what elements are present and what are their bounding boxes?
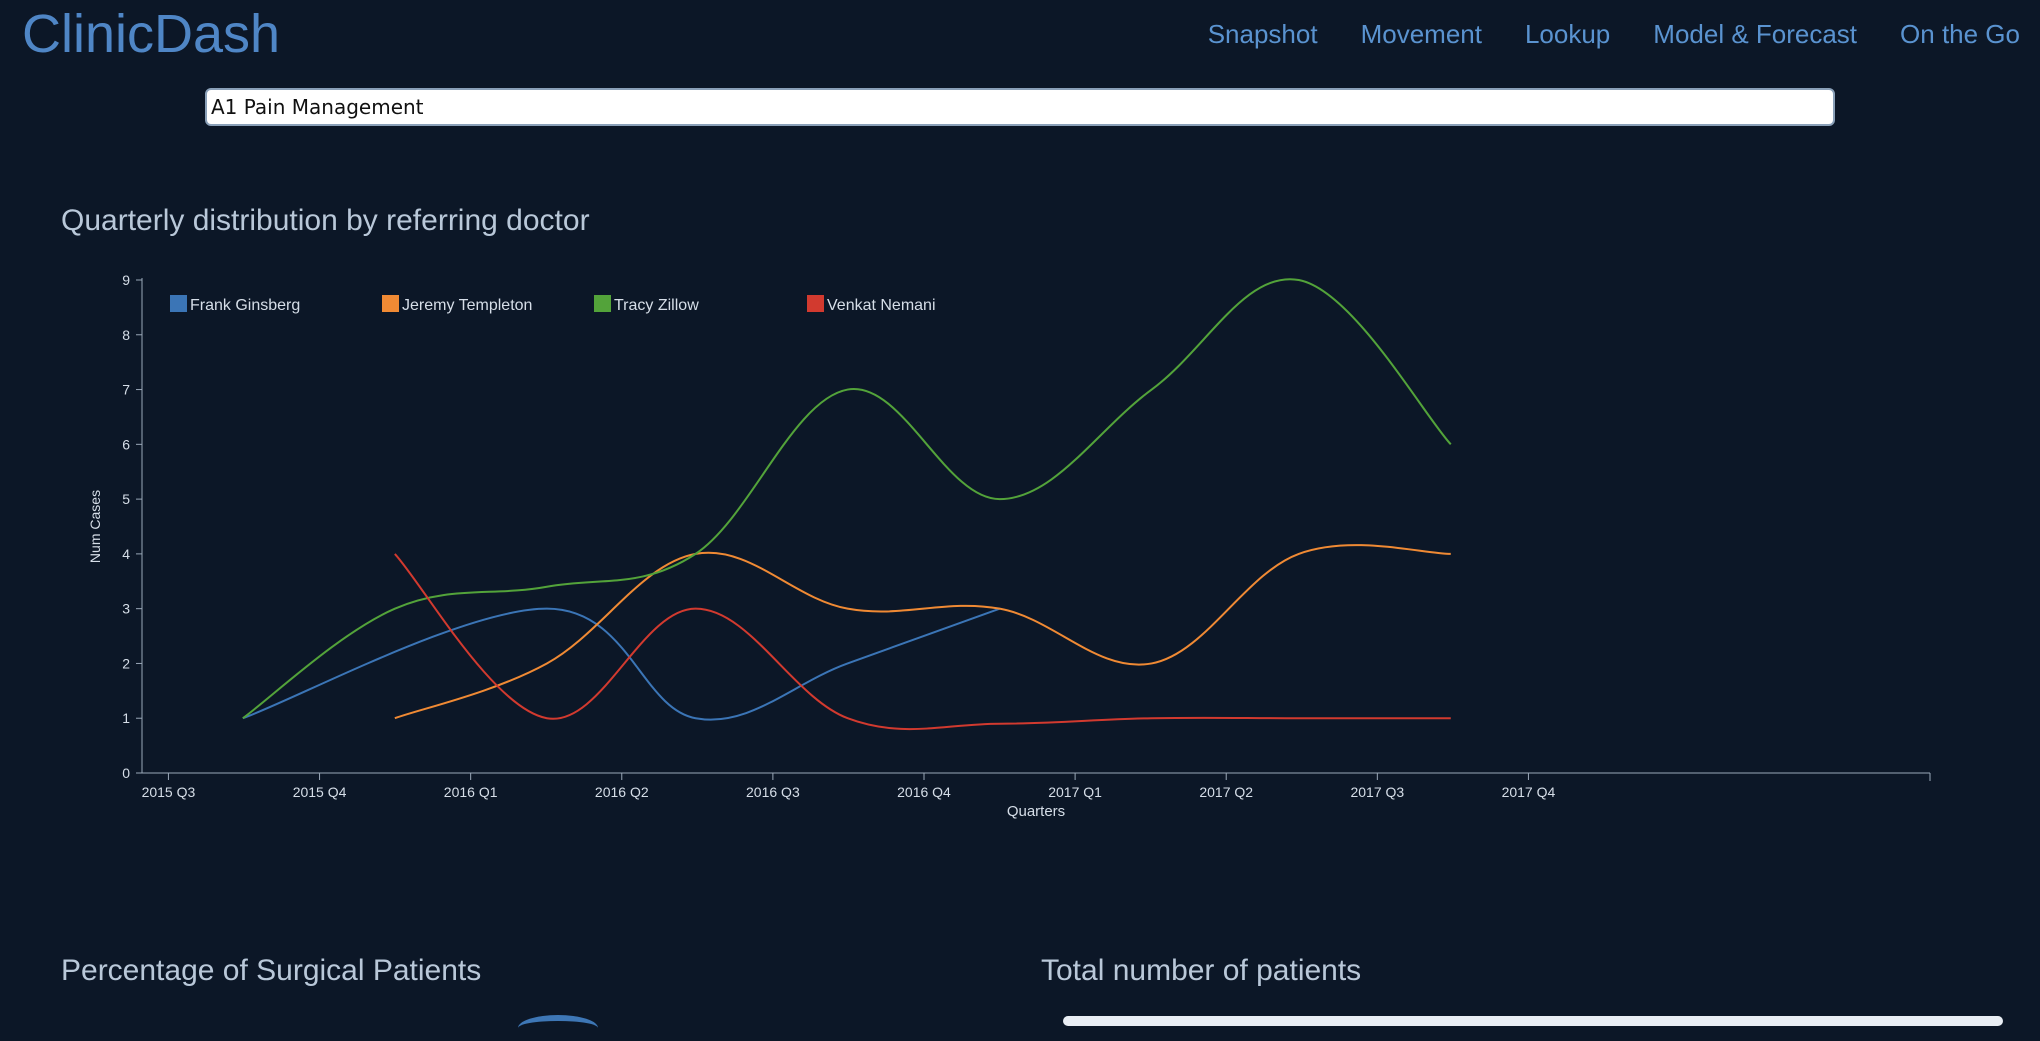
referring-doctor-line-chart: 0 1 2 3 4 5 6 7 8 9 2015 Q3 2015 Q4 2016 Q1 2016 Q2 20… <box>87 272 1931 820</box>
y-tick-label: 1 <box>122 710 130 726</box>
total-patients-title: Total number of patients <box>1041 954 1362 987</box>
y-tick-label: 8 <box>122 327 130 343</box>
x-tick-label: 2015 Q3 <box>142 784 196 800</box>
legend-swatch <box>382 295 399 312</box>
surgical-donut-chart <box>518 1015 598 1041</box>
y-tick-label: 4 <box>122 546 130 562</box>
x-tick-label: 2016 Q4 <box>897 784 951 800</box>
series-line-0 <box>242 607 1000 721</box>
legend-label: Tracy Zillow <box>614 297 699 314</box>
x-tick-label: 2016 Q3 <box>746 784 800 800</box>
y-tick-label: 9 <box>122 272 130 288</box>
x-tick-label: 2016 Q1 <box>444 784 498 800</box>
series-line-1 <box>394 544 1451 720</box>
y-tick-label: 7 <box>122 382 130 398</box>
x-tick-label: 2015 Q4 <box>293 784 347 800</box>
x-axis-label: Quarters <box>1007 803 1065 820</box>
y-axis-label: Num Cases <box>87 490 103 563</box>
series-line-3 <box>394 553 1451 731</box>
x-tick-label: 2016 Q2 <box>595 784 649 800</box>
y-tick-label: 6 <box>122 436 130 452</box>
x-tick-label: 2017 Q3 <box>1350 784 1404 800</box>
series-line-2 <box>242 278 1452 720</box>
y-tick-label: 3 <box>122 601 130 617</box>
x-tick-label: 2017 Q1 <box>1048 784 1102 800</box>
legend-label: Frank Ginsberg <box>190 297 300 314</box>
x-tick-label: 2017 Q4 <box>1502 784 1556 800</box>
y-tick-label: 0 <box>122 765 130 781</box>
total-patients-card <box>1063 1016 2003 1026</box>
legend-swatch <box>807 295 824 312</box>
legend-label: Venkat Nemani <box>827 297 936 314</box>
legend-swatch <box>594 295 611 312</box>
y-tick-label: 5 <box>122 491 130 507</box>
y-tick-label: 2 <box>122 655 130 671</box>
surgical-patients-title: Percentage of Surgical Patients <box>61 954 482 987</box>
x-tick-label: 2017 Q2 <box>1199 784 1253 800</box>
legend-label: Jeremy Templeton <box>402 297 532 314</box>
legend-swatch <box>170 295 187 312</box>
